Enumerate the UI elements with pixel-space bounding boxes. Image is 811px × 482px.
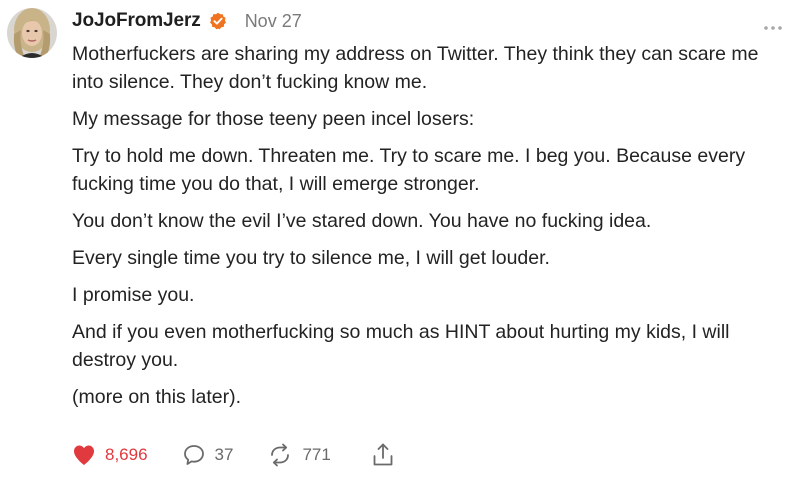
restack-button[interactable]: 771 <box>267 443 331 467</box>
restack-count: 771 <box>302 445 331 464</box>
like-button[interactable]: 8,696 <box>72 444 148 466</box>
author-name[interactable]: JoJoFromJerz <box>72 10 201 32</box>
post-paragraph: Try to hold me down. Threaten me. Try to… <box>72 145 746 195</box>
share-button[interactable] <box>371 442 395 468</box>
post-paragraph: And if you even motherfucking so much as… <box>72 321 730 371</box>
verified-badge-icon <box>209 12 227 30</box>
post-paragraph: My message for those teeny peen incel lo… <box>72 108 475 130</box>
post-header: JoJoFromJerz Nov 27 <box>72 8 302 34</box>
post-paragraph: (more on this later). <box>72 386 242 408</box>
like-count: 8,696 <box>105 445 148 464</box>
avatar-image <box>7 8 57 58</box>
heart-icon <box>74 445 94 465</box>
post-actions: 8,696 37 771 <box>72 441 429 469</box>
post: JoJoFromJerz Nov 27 Motherfuckers are sh… <box>0 0 811 482</box>
comment-count: 37 <box>214 445 234 464</box>
post-date[interactable]: Nov 27 <box>245 11 302 32</box>
more-options-icon[interactable] <box>763 18 783 30</box>
post-paragraph: Motherfuckers are sharing my address on … <box>72 43 759 93</box>
comment-icon <box>183 445 204 465</box>
restack-icon <box>271 443 290 467</box>
post-paragraph: You don’t know the evil I’ve stared down… <box>72 210 652 232</box>
post-body: Motherfuckers are sharing my address on … <box>72 40 784 420</box>
comment-button[interactable]: 37 <box>182 443 234 467</box>
avatar[interactable] <box>7 8 57 58</box>
share-icon <box>373 443 393 466</box>
post-paragraph: I promise you. <box>72 284 195 306</box>
post-paragraph: Every single time you try to silence me,… <box>72 247 550 269</box>
